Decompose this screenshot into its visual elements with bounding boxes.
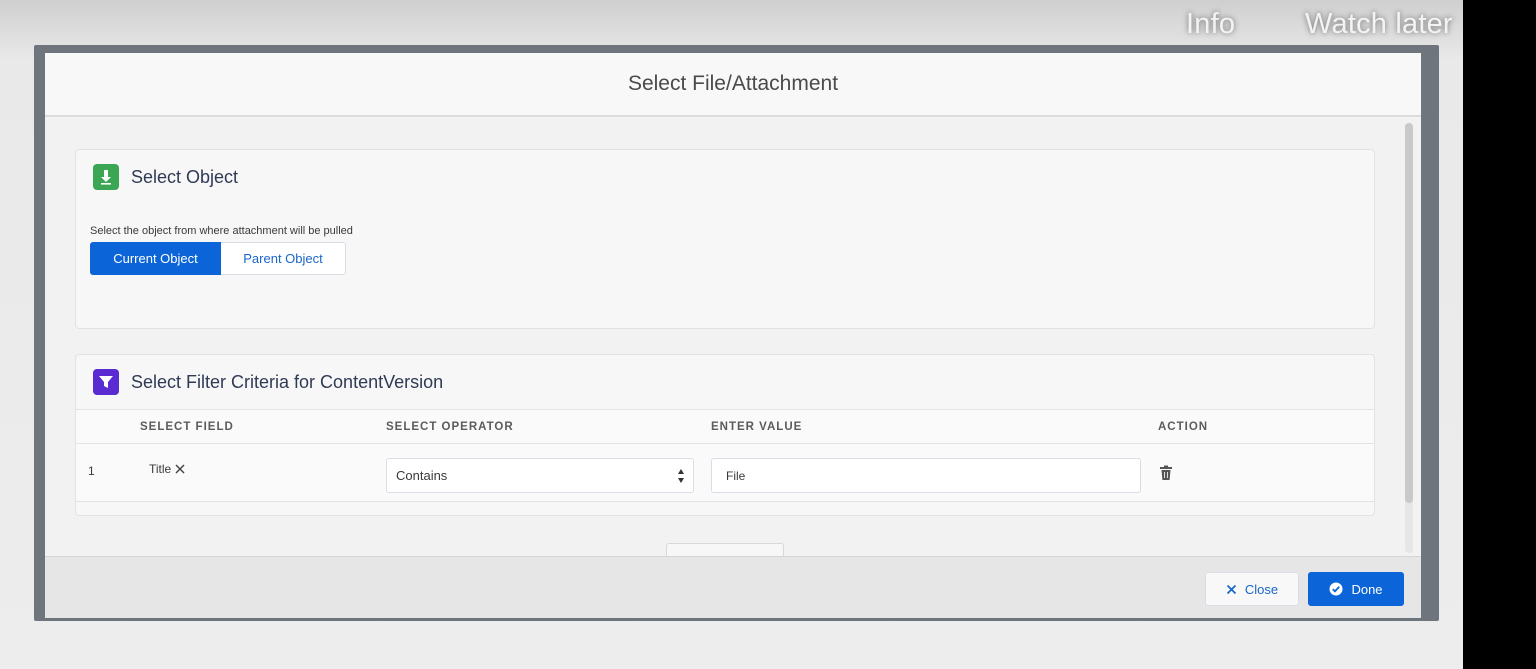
row-number: 1: [88, 464, 95, 478]
current-object-button[interactable]: Current Object: [90, 242, 221, 275]
close-button-label: Close: [1244, 581, 1279, 597]
video-side-bar: [1463, 0, 1536, 669]
operator-select[interactable]: Contains: [386, 458, 694, 493]
header-select-operator: SELECT OPERATOR: [386, 421, 514, 433]
filter-criteria-card: Select Filter Criteria for ContentVersio…: [75, 354, 1375, 516]
close-button[interactable]: Close: [1205, 572, 1299, 606]
parent-object-button[interactable]: Parent Object: [221, 242, 346, 275]
select-object-helper: Select the object from where attachment …: [90, 225, 353, 237]
table-row: 1 Title Contains: [76, 444, 1374, 502]
download-icon: [93, 164, 119, 190]
close-icon: [1226, 584, 1237, 595]
trash-icon[interactable]: [1159, 465, 1173, 481]
select-arrows-icon: [678, 469, 684, 483]
modal-title: Select File/Attachment: [627, 72, 839, 95]
filter-criteria-header: Select Filter Criteria for ContentVersio…: [93, 369, 443, 395]
operator-selected-value: Contains: [396, 468, 448, 483]
modal-header: Select File/Attachment: [45, 53, 1421, 117]
selected-field-pill: Title: [149, 462, 187, 476]
modal-scrollbar[interactable]: [1405, 123, 1413, 553]
header-action: ACTION: [1158, 421, 1209, 433]
select-object-title: Select Object: [131, 166, 239, 187]
value-input[interactable]: [711, 458, 1141, 493]
remove-field-icon[interactable]: [173, 462, 187, 476]
watch-later-link[interactable]: Watch later: [1305, 8, 1453, 41]
filter-icon: [93, 369, 119, 395]
add-row-button[interactable]: [666, 543, 784, 557]
done-button[interactable]: Done: [1308, 572, 1404, 606]
filter-table-header: SELECT FIELD SELECT OPERATOR ENTER VALUE…: [76, 409, 1374, 444]
filter-criteria-title: Select Filter Criteria for ContentVersio…: [131, 371, 444, 392]
check-circle-icon: [1329, 582, 1343, 596]
done-button-label: Done: [1351, 581, 1383, 597]
select-object-header: Select Object: [93, 164, 238, 190]
object-toggle-group: Current Object Parent Object: [90, 242, 346, 275]
info-link[interactable]: Info: [1186, 8, 1235, 41]
selected-field-label: Title: [149, 462, 172, 476]
select-file-modal: Select File/Attachment Select Object Sel…: [45, 53, 1421, 618]
scrollbar-thumb[interactable]: [1405, 123, 1413, 503]
header-enter-value: ENTER VALUE: [711, 421, 803, 433]
modal-body[interactable]: Select Object Select the object from whe…: [45, 119, 1421, 557]
modal-footer: Close Done: [45, 556, 1421, 618]
select-object-card: Select Object Select the object from whe…: [75, 149, 1375, 329]
header-select-field: SELECT FIELD: [140, 421, 234, 433]
